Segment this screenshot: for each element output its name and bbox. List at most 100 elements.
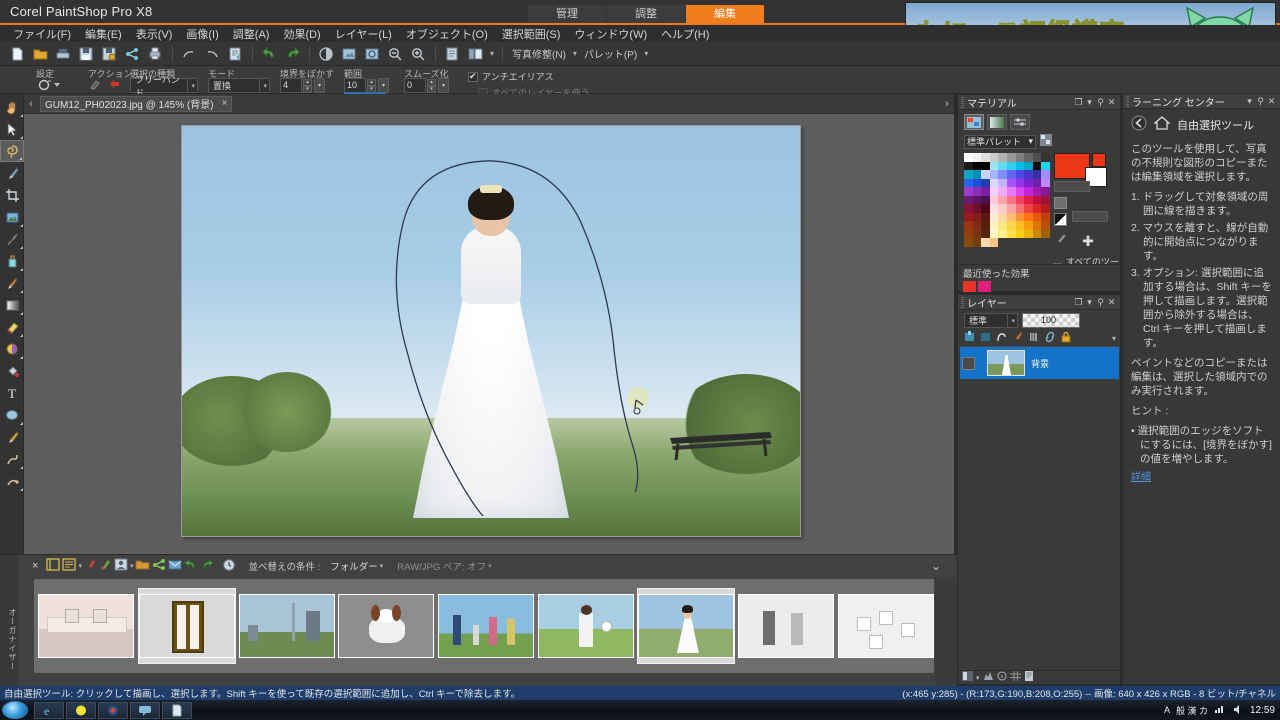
color-swatch[interactable]: [981, 204, 990, 213]
blend-mode-combo[interactable]: 標準 ▾: [964, 313, 1018, 328]
smooth-stepper[interactable]: ▴ ▾: [427, 78, 436, 93]
chat-app-icon[interactable]: [130, 701, 160, 719]
pick-tool[interactable]: [0, 118, 24, 140]
chevron-down-icon-2[interactable]: ▾: [130, 562, 134, 570]
save-icon[interactable]: [75, 43, 97, 65]
color-swatch[interactable]: [964, 204, 973, 213]
color-swatch[interactable]: [998, 161, 1007, 170]
menu-dots-icon[interactable]: ▾: [1084, 97, 1095, 108]
color-swatch[interactable]: [1015, 170, 1025, 179]
new-mask-layer-icon[interactable]: [996, 331, 1007, 346]
color-swatch[interactable]: [989, 212, 999, 221]
menu-dots-icon[interactable]: ▾: [1084, 297, 1095, 308]
menu-dots-icon[interactable]: ▾: [1244, 96, 1255, 107]
color-swatch[interactable]: [998, 204, 1007, 213]
menu-image[interactable]: 画像(I): [179, 25, 225, 43]
color-swatch-grid[interactable]: [964, 153, 1050, 247]
mesh-warp-tool[interactable]: [0, 470, 24, 492]
clone-brush-tool[interactable]: [0, 272, 24, 294]
show-details-icon[interactable]: [62, 558, 77, 574]
color-swatch[interactable]: [981, 187, 990, 196]
menu-effects[interactable]: 効果(D): [276, 25, 327, 43]
rotate-right-icon[interactable]: [200, 558, 215, 574]
link-layers-icon[interactable]: [1044, 331, 1056, 346]
foreground-texture-button[interactable]: [1054, 197, 1067, 209]
layer-visibility-toggle[interactable]: [962, 356, 975, 370]
color-swatch[interactable]: [989, 161, 999, 170]
color-swatch[interactable]: [981, 238, 990, 247]
photo-repair-label[interactable]: 写真修整(N): [512, 46, 566, 61]
range-stepper[interactable]: ▴ ▾: [367, 78, 376, 93]
script-mini-icon[interactable]: [1024, 671, 1034, 684]
text-bg-tool[interactable]: [0, 206, 24, 228]
color-swatch[interactable]: [1006, 204, 1016, 213]
color-swatch[interactable]: [1006, 161, 1016, 170]
color-swatch[interactable]: [1041, 153, 1050, 162]
color-swatch[interactable]: [1032, 204, 1042, 213]
list-item[interactable]: [38, 588, 135, 664]
fill-tool[interactable]: [0, 360, 24, 382]
color-swatch[interactable]: [989, 221, 999, 230]
tab-edit[interactable]: 編集: [686, 5, 764, 24]
antialias-checkbox[interactable]: アンチエイリアス: [468, 70, 590, 83]
photo-repair-caret[interactable]: ▾: [573, 49, 577, 58]
color-swatch[interactable]: [964, 178, 973, 187]
color-swatch[interactable]: [1024, 178, 1033, 187]
flyout-arrow[interactable]: [20, 136, 23, 139]
color-swatch[interactable]: [989, 229, 999, 238]
undo-icon[interactable]: [258, 43, 280, 65]
color-swatch[interactable]: [972, 187, 982, 196]
freehand-selection-tool[interactable]: [0, 140, 24, 162]
color-swatch[interactable]: [1041, 178, 1050, 187]
color-swatch[interactable]: [998, 178, 1007, 187]
share-icon[interactable]: [121, 43, 143, 65]
table-row[interactable]: 背景: [960, 347, 1119, 379]
color-swatch[interactable]: [972, 229, 982, 238]
recent-effect-swatch-1[interactable]: [963, 281, 976, 292]
scanner-icon[interactable]: [52, 43, 74, 65]
rawjpg-caret-icon[interactable]: ▾: [488, 562, 492, 570]
maximize-icon[interactable]: ❐: [1073, 297, 1084, 308]
gradient-tab[interactable]: [987, 114, 1007, 130]
workspace-dropdown-caret[interactable]: ▾: [490, 49, 494, 58]
learning-center-more-link[interactable]: 詳細: [1131, 472, 1151, 483]
undo-arc-icon[interactable]: [178, 43, 200, 65]
color-swatch[interactable]: [998, 195, 1007, 204]
color-swatch[interactable]: [981, 221, 990, 230]
new-art-media-layer-icon[interactable]: [1012, 331, 1023, 346]
dropper-tool[interactable]: [0, 228, 24, 250]
ime-mode-labels[interactable]: 般 漢 カ: [1176, 704, 1208, 717]
close-icon[interactable]: ✕: [1106, 97, 1117, 108]
color-swatch[interactable]: [998, 187, 1007, 196]
shape-tool[interactable]: [0, 404, 24, 426]
color-swatch[interactable]: [1015, 178, 1025, 187]
list-item[interactable]: [537, 588, 634, 664]
flyout-arrow[interactable]: [20, 312, 23, 315]
color-swatch[interactable]: [1015, 195, 1025, 204]
windows-start-orb-icon[interactable]: [2, 701, 28, 719]
color-swatch[interactable]: [998, 153, 1007, 162]
document-app-icon[interactable]: [162, 701, 192, 719]
feather-value[interactable]: 4: [280, 78, 302, 93]
range-slider-button[interactable]: ▾: [378, 78, 389, 93]
color-swatch[interactable]: [998, 212, 1007, 221]
image-canvas[interactable]: [181, 125, 801, 537]
gradient-tool[interactable]: [0, 294, 24, 316]
color-swatch[interactable]: [998, 170, 1007, 179]
opacity-slider[interactable]: 100: [1022, 313, 1080, 328]
color-swatch[interactable]: [1015, 229, 1025, 238]
pan-tool[interactable]: [0, 96, 24, 118]
color-swatch[interactable]: [1024, 221, 1033, 230]
flyout-arrow[interactable]: [20, 422, 23, 425]
color-swatch[interactable]: [1024, 195, 1033, 204]
palette-combo[interactable]: 標準パレット ▾: [964, 134, 1036, 149]
color-swatch[interactable]: [972, 221, 982, 230]
flyout-arrow[interactable]: [20, 334, 23, 337]
person-icon[interactable]: [114, 558, 128, 574]
color-swatch[interactable]: [1032, 187, 1042, 196]
color-swatch[interactable]: [1015, 212, 1025, 221]
color-swatch[interactable]: [1032, 161, 1042, 170]
preset-dropdown-icon[interactable]: [36, 77, 62, 94]
color-swatch[interactable]: [1006, 229, 1016, 238]
tab-manage[interactable]: 管理: [528, 5, 606, 24]
